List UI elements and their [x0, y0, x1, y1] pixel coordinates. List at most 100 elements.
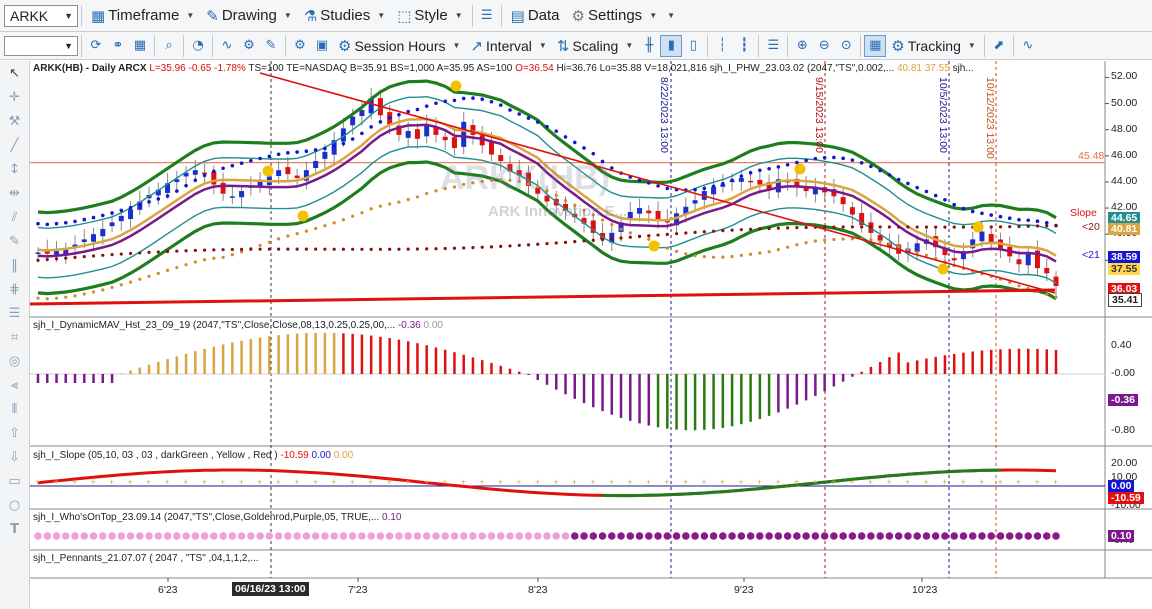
maroon-dots — [1008, 225, 1012, 229]
analysis-icon[interactable]: ∿ — [1017, 35, 1039, 57]
fib-fan-icon[interactable]: ⌗ — [4, 325, 26, 349]
maroon-dots — [119, 252, 123, 256]
style-button[interactable]: ⬚ Style ▼ — [391, 4, 468, 28]
session-hours-button[interactable]: ⚙ Session Hours ▼ — [333, 34, 465, 58]
who-dot — [802, 532, 810, 540]
gauge-icon[interactable]: ◔ — [187, 35, 209, 57]
drawing-button[interactable]: ✎ Drawing ▼ — [200, 4, 298, 28]
slope-tick-plus: + — [239, 477, 244, 487]
table-icon[interactable]: ▦ — [864, 34, 887, 57]
orange-dots — [128, 280, 133, 284]
who-dot — [839, 532, 847, 540]
hollow-candle-icon[interactable]: ▯ — [682, 35, 704, 57]
drawing-tools-bar: ↖ ✛ ⚒ ╱ ↕ ⇹ ⫽ ✎ ‖ ⋕ ☰ ⌗ ◎ ⫷ ⫴ ⇧ ⇩ ▭ ○ T — [0, 61, 30, 609]
add-chart-icon[interactable]: ⬈ — [988, 35, 1010, 57]
bars-icon[interactable]: ‖ — [4, 253, 26, 277]
blue-dots — [545, 124, 549, 129]
grid-icon[interactable]: ▦ — [129, 35, 151, 57]
last-price: L=35.96 — [149, 63, 186, 74]
who-dot — [1015, 532, 1023, 540]
candle-body — [951, 258, 957, 261]
macd-axis-label: -0.00 — [1111, 367, 1135, 379]
tracking-button[interactable]: ⚙ Tracking ▼ — [886, 34, 981, 58]
settings-button[interactable]: ⚙ Settings ▼ — [566, 4, 664, 28]
maroon-dots — [934, 225, 938, 229]
who-dot — [228, 532, 237, 540]
fib-icon[interactable]: ☰ — [4, 301, 26, 325]
orange-dots — [332, 221, 336, 225]
candle-body — [100, 228, 106, 237]
who-dot — [719, 532, 727, 540]
line-chart-icon[interactable]: ∿ — [216, 35, 238, 57]
andrews-icon[interactable]: ⫷ — [4, 373, 26, 397]
arrow-up-icon[interactable]: ⇧ — [4, 421, 26, 445]
crosshair-icon[interactable]: ✛ — [4, 85, 26, 109]
maroon-dots — [600, 237, 605, 242]
who-dot — [978, 532, 986, 540]
volume-bars-icon[interactable]: ┆ — [711, 35, 733, 57]
blue-dots — [535, 120, 540, 124]
blue-dots — [748, 170, 753, 175]
pointer-icon[interactable]: ↖ — [4, 61, 26, 85]
chart-edit-icon[interactable]: ✎ — [260, 35, 282, 57]
interval-button[interactable]: ↗ Interval ▼ — [465, 34, 551, 58]
text-icon[interactable]: T — [4, 517, 26, 541]
symbol-box[interactable]: ARKK ▼ — [4, 4, 78, 27]
blue-dots — [869, 164, 873, 169]
slope-tick-plus: + — [812, 477, 817, 487]
scaling-button[interactable]: ⇅ Scaling ▼ — [552, 34, 638, 58]
chevron-down-icon: ▼ — [283, 11, 292, 20]
candle-body — [711, 187, 717, 195]
channel-icon[interactable]: ⫽ — [4, 205, 26, 229]
arc-icon[interactable]: ◎ — [4, 349, 26, 373]
vertical-line-icon[interactable]: ⇹ — [4, 181, 26, 205]
workspace-select[interactable]: ▼ — [4, 35, 78, 56]
zoom-in-icon[interactable]: ⊕ — [791, 35, 813, 57]
candlestick-icon[interactable]: ▮ — [660, 34, 683, 57]
maroon-dots — [619, 236, 623, 240]
chart-area[interactable]: + + + + + + + + + + + + + + + + + + + + + + + + + + + + + + + + + + + + + + + +… — [30, 61, 1152, 609]
blue-dots — [165, 194, 170, 198]
studies-button[interactable]: ⚗ Studies ▼ — [298, 4, 391, 28]
layout-icon[interactable]: ☰ — [476, 5, 498, 27]
ohlc-bar-icon[interactable]: ╫ — [638, 35, 660, 57]
cycle-icon[interactable]: ⫴ — [4, 397, 26, 421]
data-button[interactable]: ▤ Data — [505, 4, 566, 28]
rectangle-icon[interactable]: ▭ — [4, 469, 26, 493]
who-dot — [691, 532, 699, 540]
blue-dots — [202, 173, 207, 178]
who-dot — [321, 532, 329, 540]
maroon-dots — [832, 225, 836, 229]
windows-icon[interactable]: ☰ — [762, 35, 784, 57]
slope-tick-plus: + — [905, 477, 910, 487]
timeframe-button[interactable]: ▦ Timeframe ▼ — [85, 4, 200, 28]
overflow-icon[interactable]: ▼ — [667, 11, 675, 20]
who-dot — [182, 532, 190, 540]
ellipse-icon[interactable]: ○ — [4, 493, 26, 517]
range-bars-icon[interactable]: ┇ — [733, 35, 755, 57]
wrench-icon[interactable]: ⚒ — [4, 109, 26, 133]
macd-value-2: 0.00 — [423, 320, 443, 331]
alert-icon[interactable]: ▣ — [311, 35, 333, 57]
trendline-icon[interactable]: ╱ — [4, 133, 26, 157]
zoom-out-icon[interactable]: ⊖ — [813, 35, 835, 57]
maroon-dots — [878, 225, 882, 229]
gann-icon[interactable]: ⋕ — [4, 277, 26, 301]
pen-icon[interactable]: ✎ — [4, 229, 26, 253]
search-icon[interactable]: ⌕ — [158, 35, 180, 57]
maroon-dots — [989, 225, 993, 229]
chart-settings-icon[interactable]: ⚙ — [238, 35, 260, 57]
zoom-fit-icon[interactable]: ⊙ — [835, 35, 857, 57]
who-dot — [395, 532, 403, 540]
refresh-icon[interactable]: ⟳ — [85, 35, 107, 57]
arrow-down-icon[interactable]: ⇩ — [4, 445, 26, 469]
maroon-dots — [545, 242, 549, 246]
candle-body — [128, 209, 134, 220]
macd-axis-label: 0.40 — [1111, 339, 1132, 351]
chevron-down-icon[interactable]: ▼ — [64, 11, 73, 21]
format-icon[interactable]: ⚙ — [289, 35, 311, 57]
who-dot — [922, 532, 931, 540]
who-dot — [459, 532, 468, 540]
link-icon[interactable]: ⚭ — [107, 35, 129, 57]
horizontal-line-icon[interactable]: ↕ — [4, 157, 26, 181]
